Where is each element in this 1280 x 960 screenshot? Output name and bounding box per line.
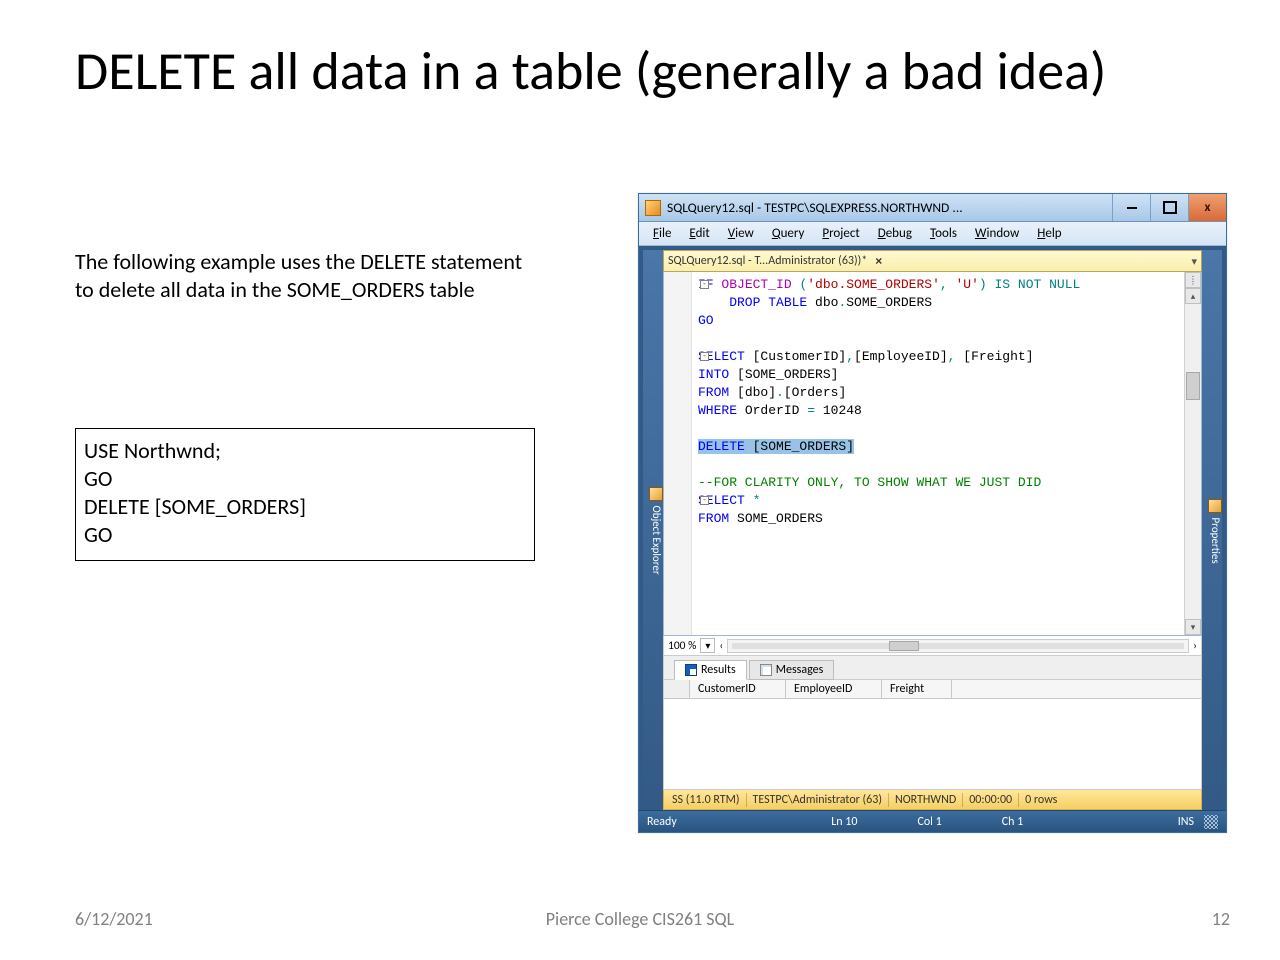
zoom-dropdown-icon[interactable]: ▾ bbox=[700, 638, 715, 653]
resize-grip-icon[interactable] bbox=[1204, 815, 1218, 829]
hscroll-thumb[interactable] bbox=[889, 641, 919, 651]
vertical-scrollbar[interactable]: ⁞ ▴ ▾ bbox=[1184, 272, 1201, 635]
zoom-level[interactable]: 100 % bbox=[668, 639, 696, 653]
results-tabstrip: Results Messages bbox=[663, 656, 1202, 680]
object-explorer-rail[interactable]: Object Explorer bbox=[643, 250, 663, 810]
menu-tools[interactable]: Tools bbox=[922, 224, 965, 243]
tab-dropdown-icon[interactable]: ▾ bbox=[1191, 255, 1197, 268]
slide-title: DELETE all data in a table (generally a … bbox=[75, 40, 1175, 102]
app-icon bbox=[645, 200, 661, 216]
status-version: SS (11.0 RTM) bbox=[666, 793, 747, 807]
hscroll-right-icon[interactable]: › bbox=[1193, 639, 1197, 653]
code-gutter bbox=[664, 272, 692, 635]
code-editor[interactable]: -IF OBJECT_ID ('dbo.SOME_ORDERS', 'U') I… bbox=[663, 272, 1202, 636]
slide-body-text: The following example uses the DELETE st… bbox=[75, 248, 545, 303]
status-database: NORTHWND bbox=[889, 793, 963, 807]
outline-toggle-icon[interactable]: - bbox=[700, 496, 709, 505]
scroll-up-icon[interactable]: ▴ bbox=[1185, 288, 1201, 304]
grid-col-customerid[interactable]: CustomerID bbox=[690, 680, 786, 698]
sql-snippet-box: USE Northwnd; GO DELETE [SOME_ORDERS] GO bbox=[75, 428, 535, 561]
menu-help[interactable]: Help bbox=[1029, 224, 1069, 243]
query-status-bar: SS (11.0 RTM) TESTPC\Administrator (63) … bbox=[663, 790, 1202, 810]
tab-messages[interactable]: Messages bbox=[749, 660, 835, 680]
menu-query[interactable]: Query bbox=[764, 224, 813, 243]
footer-course: Pierce College CIS261 SQL bbox=[546, 908, 734, 930]
menu-file[interactable]: File bbox=[645, 224, 679, 243]
status-ready: Ready bbox=[647, 815, 677, 829]
outline-toggle-icon[interactable]: - bbox=[700, 352, 709, 361]
results-grid[interactable]: CustomerID EmployeeID Freight bbox=[663, 680, 1202, 790]
messages-icon bbox=[760, 664, 772, 676]
outline-toggle-icon[interactable]: - bbox=[700, 280, 709, 289]
tab-results[interactable]: Results bbox=[674, 660, 747, 680]
scroll-down-icon[interactable]: ▾ bbox=[1185, 619, 1201, 635]
horizontal-scrollbar[interactable] bbox=[727, 639, 1189, 653]
tab-results-label: Results bbox=[701, 663, 736, 677]
close-button[interactable]: x bbox=[1188, 194, 1226, 221]
document-tabbar: SQLQuery12.sql - T...Administrator (63))… bbox=[663, 250, 1202, 272]
menu-edit[interactable]: Edit bbox=[681, 224, 717, 243]
ssms-window: SQLQuery12.sql - TESTPC\SQLEXPRESS.NORTH… bbox=[638, 193, 1227, 833]
grid-rownum-header bbox=[664, 680, 690, 698]
object-explorer-label: Object Explorer bbox=[650, 506, 663, 575]
hscroll-left-icon[interactable]: ‹ bbox=[719, 639, 723, 653]
code-text[interactable]: -IF OBJECT_ID ('dbo.SOME_ORDERS', 'U') I… bbox=[692, 272, 1184, 635]
properties-label: Properties bbox=[1209, 517, 1222, 563]
split-handle-icon[interactable]: ⁞ bbox=[1185, 272, 1201, 288]
footer-date: 6/12/2021 bbox=[75, 908, 153, 930]
status-login: TESTPC\Administrator (63) bbox=[747, 793, 889, 807]
menu-view[interactable]: View bbox=[720, 224, 762, 243]
scroll-thumb[interactable] bbox=[1186, 372, 1200, 400]
window-title: SQLQuery12.sql - TESTPC\SQLEXPRESS.NORTH… bbox=[667, 199, 1112, 216]
tab-close-icon[interactable]: × bbox=[875, 254, 882, 268]
status-column: Col 1 bbox=[917, 815, 941, 829]
maximize-button[interactable] bbox=[1150, 194, 1188, 221]
editor-footer-row: 100 % ▾ ‹ › bbox=[663, 636, 1202, 656]
menu-window[interactable]: Window bbox=[967, 224, 1027, 243]
status-ins: INS bbox=[1178, 815, 1194, 829]
status-elapsed: 00:00:00 bbox=[963, 793, 1019, 807]
results-grid-icon bbox=[685, 664, 697, 676]
properties-icon bbox=[1208, 499, 1222, 513]
window-titlebar[interactable]: SQLQuery12.sql - TESTPC\SQLEXPRESS.NORTH… bbox=[639, 194, 1226, 222]
object-explorer-icon bbox=[649, 487, 663, 501]
grid-col-employeeid[interactable]: EmployeeID bbox=[786, 680, 882, 698]
status-rowcount: 0 rows bbox=[1019, 793, 1063, 807]
status-char: Ch 1 bbox=[1002, 815, 1024, 829]
tab-messages-label: Messages bbox=[776, 663, 824, 677]
document-area: Object Explorer SQLQuery12.sql - T...Adm… bbox=[639, 246, 1226, 810]
document-tab[interactable]: SQLQuery12.sql - T...Administrator (63))… bbox=[668, 254, 867, 268]
status-line: Ln 10 bbox=[831, 815, 857, 829]
menu-project[interactable]: Project bbox=[814, 224, 867, 243]
window-statusbar: Ready Ln 10 Col 1 Ch 1 INS bbox=[639, 810, 1226, 832]
grid-header-row: CustomerID EmployeeID Freight bbox=[664, 680, 1201, 699]
grid-col-freight[interactable]: Freight bbox=[882, 680, 952, 698]
menu-bar: File Edit View Query Project Debug Tools… bbox=[639, 222, 1226, 246]
properties-rail[interactable]: Properties bbox=[1202, 250, 1222, 810]
footer-page-number: 12 bbox=[1212, 908, 1230, 930]
menu-debug[interactable]: Debug bbox=[870, 224, 920, 243]
minimize-button[interactable] bbox=[1112, 194, 1150, 221]
